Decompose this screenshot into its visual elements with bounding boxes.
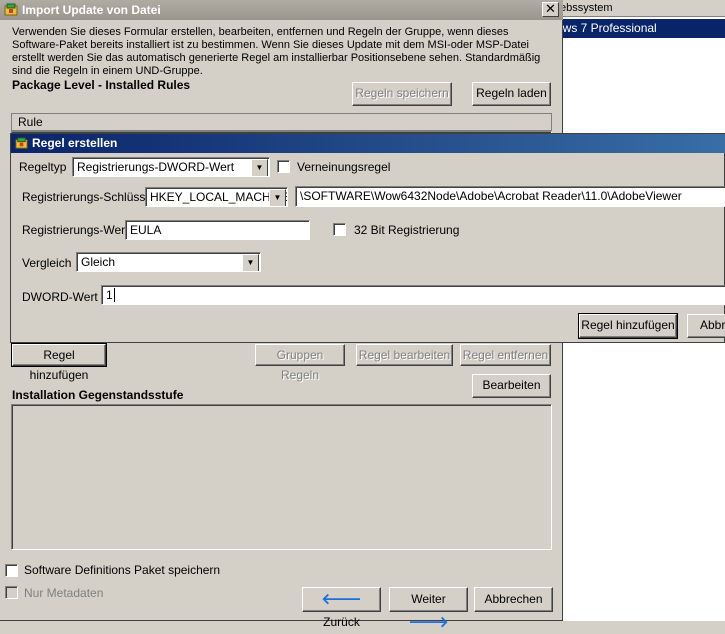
- description-text: Verwenden Sie dieses Formular erstellen,…: [12, 26, 541, 77]
- os-selected-row[interactable]: ows 7 Professional: [554, 19, 725, 38]
- arrow-left-icon: 🡐: [321, 591, 362, 609]
- rule-add-button[interactable]: Regel hinzufügen: [578, 313, 678, 339]
- dword-label: DWORD-Wert: [22, 290, 98, 304]
- compare-select[interactable]: Gleich ▼: [76, 252, 261, 272]
- bit32-label: 32 Bit Registrierung: [354, 223, 460, 237]
- next-button-label: Weiter: [411, 592, 446, 606]
- create-rule-title: Regel erstellen: [32, 136, 118, 150]
- cancel-button[interactable]: Abbrechen: [474, 587, 553, 612]
- registry-hive-select[interactable]: HKEY_LOCAL_MACHINE ▼: [145, 187, 288, 207]
- metadata-only-checkbox[interactable]: [5, 586, 18, 599]
- group-rules-button[interactable]: Gruppen Regeln: [255, 344, 345, 382]
- registry-value-input[interactable]: EULA: [125, 220, 310, 240]
- rule-cancel-button[interactable]: Abbre: [687, 314, 725, 338]
- arrow-right-icon: 🡒: [408, 614, 449, 632]
- edit-button[interactable]: Bearbeiten: [472, 374, 551, 398]
- next-button[interactable]: Weiter 🡒: [389, 587, 468, 631]
- remove-rule-button[interactable]: Regel entfernen: [460, 344, 551, 366]
- installation-rules-list[interactable]: [11, 404, 552, 550]
- registry-hive-value: HKEY_LOCAL_MACHINE: [150, 190, 288, 204]
- chevron-down-icon[interactable]: ▼: [242, 254, 259, 271]
- dialog-titlebar: Import Update von Datei: [0, 0, 563, 20]
- rule-type-select[interactable]: Registrierungs-DWORD-Wert ▼: [72, 157, 270, 177]
- save-package-checkbox[interactable]: [5, 564, 18, 577]
- negation-label: Verneinungsregel: [297, 160, 391, 174]
- rule-app-icon: [15, 137, 28, 149]
- rule-type-value: Registrierungs-DWORD-Wert: [77, 160, 235, 174]
- compare-value: Gleich: [81, 255, 116, 269]
- create-rule-dialog: Regel erstellen Regeltyp Registrierungs-…: [10, 133, 725, 343]
- edit-rule-button[interactable]: Regel bearbeiten: [356, 344, 453, 366]
- rules-list-header[interactable]: Rule: [11, 113, 552, 131]
- os-column-header[interactable]: ebssystem: [554, 0, 725, 17]
- save-rules-button[interactable]: Regeln speichern: [352, 82, 452, 106]
- save-package-label: Software Definitions Paket speichern: [24, 563, 221, 577]
- bit32-checkbox[interactable]: [333, 223, 346, 236]
- close-icon: ✕: [545, 1, 556, 16]
- add-rule-button[interactable]: Regel hinzufügen: [11, 343, 107, 382]
- back-button-label: Zurück: [323, 615, 360, 630]
- chevron-down-icon[interactable]: ▼: [269, 189, 286, 206]
- installation-level-title: Installation Gegenstandsstufe: [12, 388, 184, 402]
- registry-key-input[interactable]: \SOFTWARE\Wow6432Node\Adobe\Acrobat Read…: [295, 186, 725, 207]
- dialog-title: Import Update von Datei: [22, 3, 161, 17]
- create-rule-titlebar: Regel erstellen: [11, 134, 725, 153]
- rule-type-label: Regeltyp: [19, 160, 67, 174]
- load-rules-button[interactable]: Regeln laden: [472, 82, 551, 106]
- dword-input[interactable]: 1: [101, 285, 725, 305]
- registry-value-label: Registrierungs-Wert: [22, 223, 129, 237]
- compare-label: Vergleich: [22, 256, 72, 270]
- app-icon: [4, 3, 18, 16]
- close-button[interactable]: ✕: [542, 2, 559, 17]
- package-level-title: Package Level - Installed Rules: [12, 78, 191, 92]
- rule-column-label: Rule: [18, 115, 43, 129]
- metadata-only-label: Nur Metadaten: [24, 586, 104, 600]
- negation-checkbox[interactable]: [277, 160, 290, 173]
- back-button[interactable]: 🡐 Zurück: [302, 587, 381, 629]
- text-cursor: [113, 288, 115, 302]
- chevron-down-icon[interactable]: ▼: [251, 159, 268, 176]
- dword-value: 1: [106, 288, 113, 302]
- registry-key-label: Registrierungs-Schlüssel: [22, 190, 155, 204]
